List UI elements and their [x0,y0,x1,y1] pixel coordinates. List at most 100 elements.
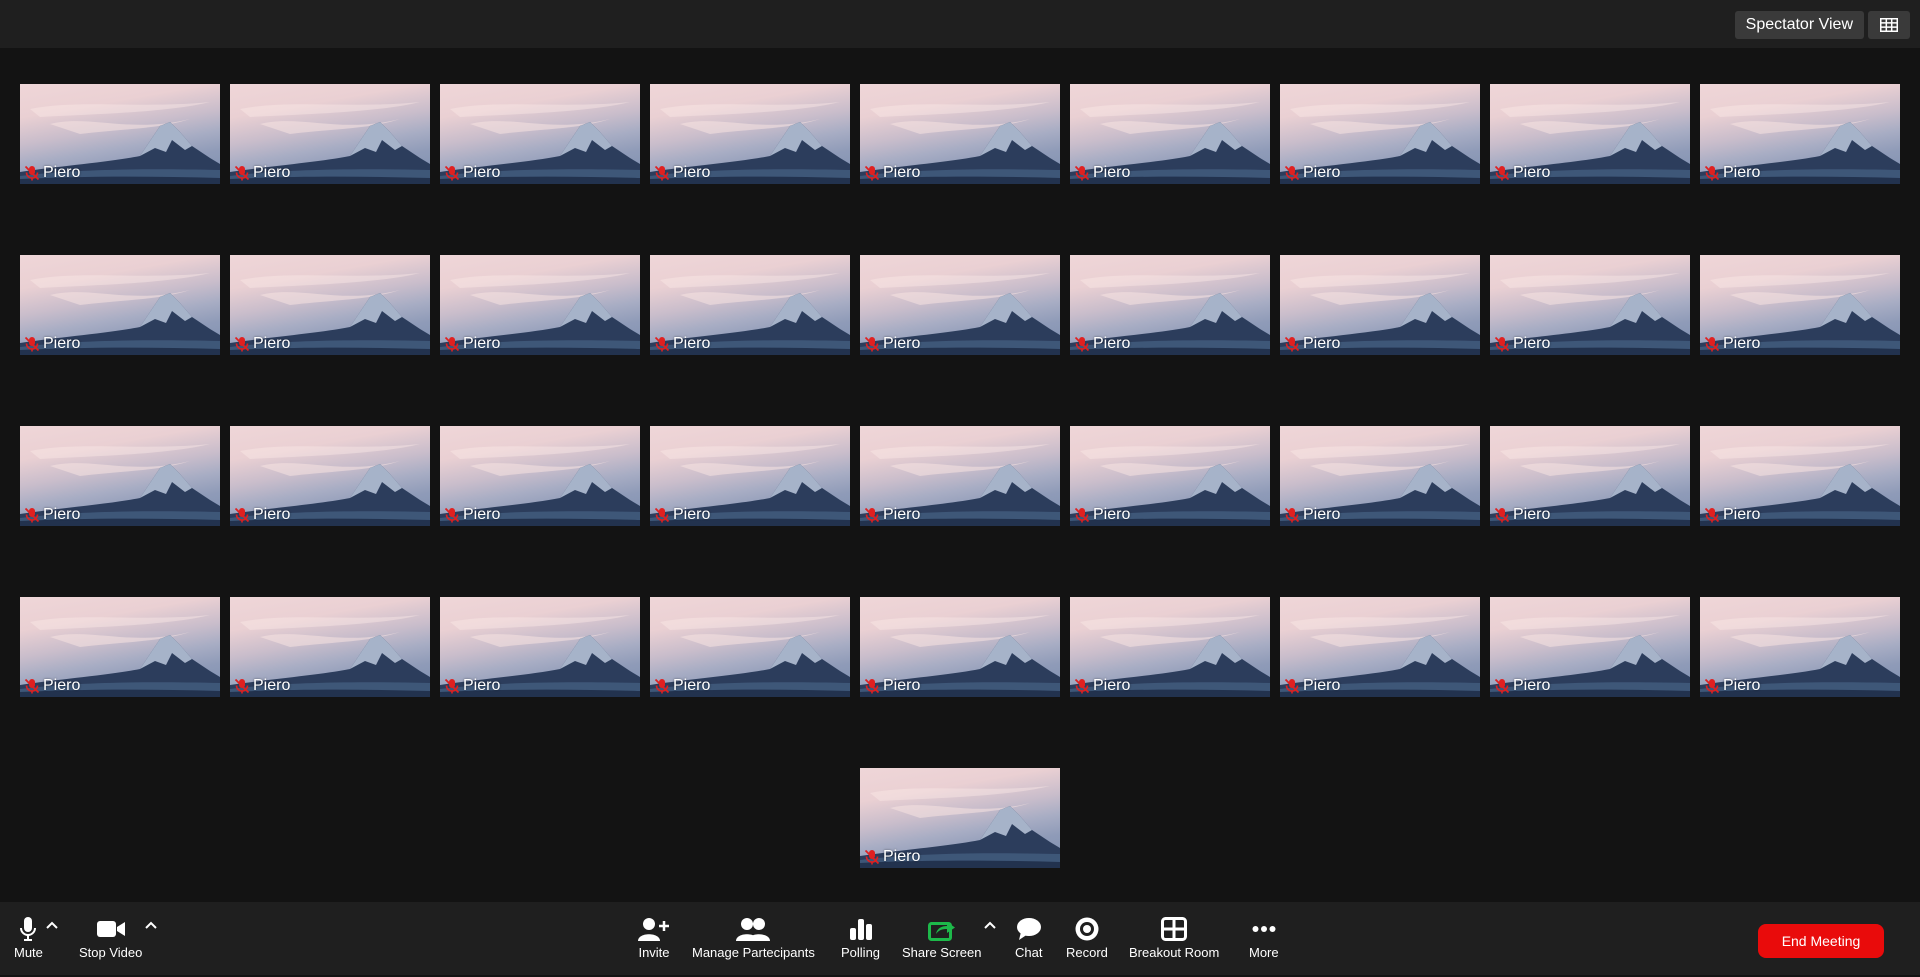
gallery-view-button[interactable] [1868,11,1910,39]
chat-label: Chat [1015,945,1043,960]
participant-label: Piero [234,506,290,524]
participant-tile[interactable]: Piero [230,84,430,184]
participant-tile[interactable]: Piero [1700,255,1900,355]
stop-video-button[interactable]: Stop Video [79,916,142,960]
record-label: Record [1066,945,1108,960]
participant-name: Piero [1723,335,1761,352]
participant-tile[interactable]: Piero [860,84,1060,184]
participant-tile[interactable]: Piero [1490,426,1690,526]
participant-tile[interactable]: Piero [1490,597,1690,697]
participant-name: Piero [673,164,711,181]
manage-participants-label: Manage Partecipants [692,945,815,960]
mute-button[interactable]: Mute [14,916,43,960]
mic-muted-icon [1494,165,1510,181]
breakout-room-button[interactable]: Breakout Room [1129,916,1219,960]
participant-tile[interactable]: Piero [440,597,640,697]
participant-name: Piero [673,677,711,694]
participant-label: Piero [444,164,500,182]
participant-tile[interactable]: Piero [440,255,640,355]
participant-tile[interactable]: Piero [650,84,850,184]
participant-name: Piero [1093,164,1131,181]
participant-tile[interactable]: Piero [440,84,640,184]
stop-video-label: Stop Video [79,945,143,960]
participant-label: Piero [864,335,920,353]
participant-tile[interactable]: Piero [440,426,640,526]
participant-label: Piero [1704,677,1760,695]
participant-tile[interactable]: Piero [230,255,430,355]
participant-name: Piero [1303,335,1341,352]
participant-tile[interactable]: Piero [1700,84,1900,184]
chat-button[interactable]: Chat [1015,916,1042,960]
participant-tile[interactable]: Piero [1070,84,1270,184]
share-screen-button[interactable]: Share Screen [902,916,982,960]
video-options-caret-icon[interactable] [145,920,157,930]
participant-tile[interactable]: Piero [230,426,430,526]
participant-name: Piero [883,848,921,865]
participant-name: Piero [1093,677,1131,694]
participant-tile[interactable]: Piero [1490,84,1690,184]
participant-tile[interactable]: Piero [1070,597,1270,697]
share-options-caret-icon[interactable] [984,920,996,930]
participant-name: Piero [1513,677,1551,694]
participant-tile[interactable]: Piero [1280,84,1480,184]
participant-name: Piero [1723,677,1761,694]
participant-label: Piero [1704,335,1760,353]
mic-muted-icon [1284,336,1300,352]
participant-tile[interactable]: Piero [1280,255,1480,355]
participant-tile[interactable]: Piero [20,426,220,526]
participant-tile[interactable]: Piero [1280,597,1480,697]
spectator-view-button[interactable]: Spectator View [1734,11,1864,39]
participant-tile[interactable]: Piero [1700,426,1900,526]
mic-muted-icon [1704,507,1720,523]
more-button[interactable]: More [1249,916,1279,960]
participant-tile[interactable]: Piero [650,426,850,526]
invite-button[interactable]: Invite [638,916,670,960]
participant-tile[interactable]: Piero [650,255,850,355]
mic-muted-icon [864,678,880,694]
participant-tile[interactable]: Piero [230,597,430,697]
participant-tile[interactable]: Piero [1070,255,1270,355]
participant-tile[interactable]: Piero [20,255,220,355]
participant-label: Piero [654,164,710,182]
mic-muted-icon [1704,678,1720,694]
participant-tile[interactable]: Piero [1700,597,1900,697]
participant-name: Piero [43,335,81,352]
participant-tile[interactable]: Piero [1490,255,1690,355]
participant-name: Piero [1303,677,1341,694]
participant-label: Piero [1494,506,1550,524]
participant-label: Piero [444,677,500,695]
participant-tile[interactable]: Piero [650,597,850,697]
participant-name: Piero [43,506,81,523]
mic-muted-icon [1284,507,1300,523]
participant-name: Piero [1093,506,1131,523]
participant-label: Piero [864,677,920,695]
audio-options-caret-icon[interactable] [46,920,58,930]
participant-name: Piero [883,677,921,694]
record-button[interactable]: Record [1066,916,1108,960]
participant-tile[interactable]: Piero [20,597,220,697]
end-meeting-button[interactable]: End Meeting [1758,924,1884,958]
participant-tile[interactable]: Piero [860,255,1060,355]
participant-label: Piero [1284,335,1340,353]
mic-muted-icon [444,507,460,523]
participant-name: Piero [883,506,921,523]
participant-tile[interactable]: Piero [1280,426,1480,526]
mic-muted-icon [24,165,40,181]
breakout-room-label: Breakout Room [1129,945,1220,960]
manage-participants-button[interactable]: Manage Partecipants [692,916,815,960]
participant-tile[interactable]: Piero [860,768,1060,868]
participant-tile[interactable]: Piero [1070,426,1270,526]
mic-muted-icon [654,507,670,523]
participant-label: Piero [864,848,920,866]
participant-name: Piero [883,164,921,181]
mic-muted-icon [24,678,40,694]
participant-name: Piero [463,506,501,523]
participant-label: Piero [1704,164,1760,182]
participant-tile[interactable]: Piero [860,597,1060,697]
participant-label: Piero [24,164,80,182]
participant-tile[interactable]: Piero [860,426,1060,526]
polling-button[interactable]: Polling [841,916,880,960]
share-screen-icon [927,922,955,941]
mic-muted-icon [1284,165,1300,181]
participant-tile[interactable]: Piero [20,84,220,184]
